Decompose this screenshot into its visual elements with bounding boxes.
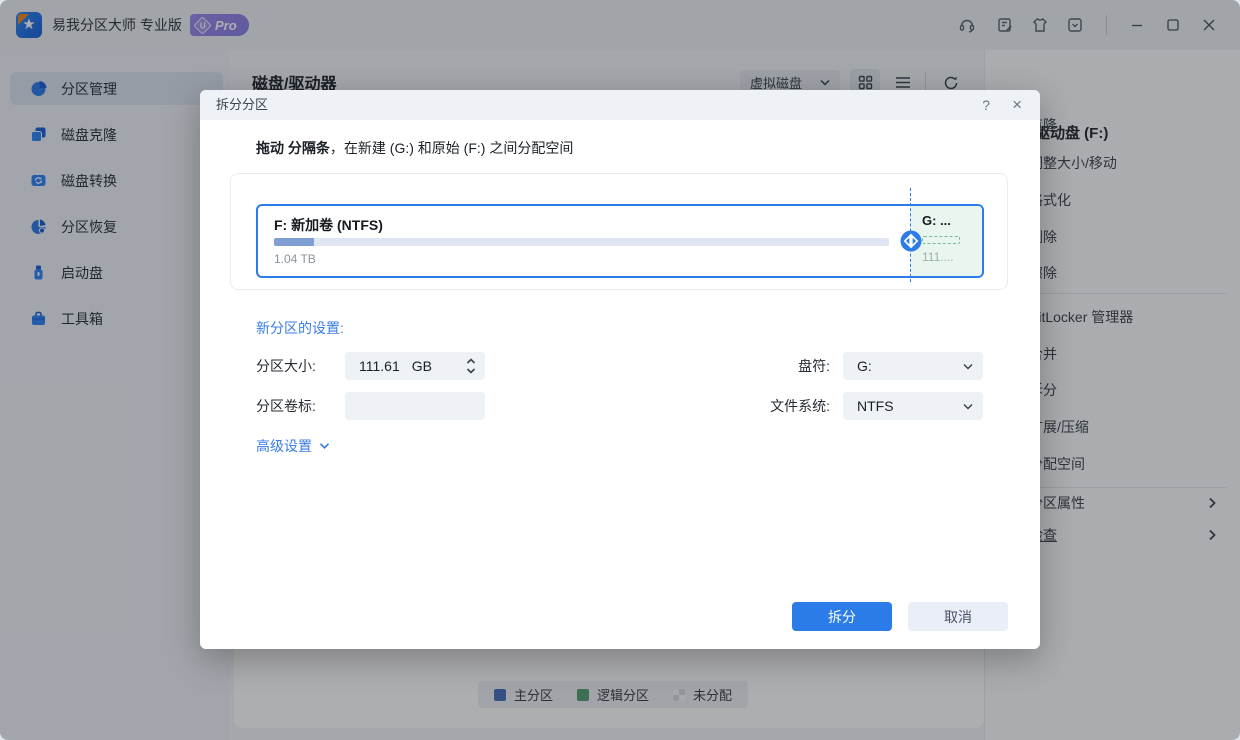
chevron-down-icon (963, 363, 973, 370)
volume-label-input[interactable] (345, 392, 485, 420)
chevron-down-icon (963, 403, 973, 410)
drive-letter-value: G: (857, 358, 872, 374)
dialog-title: 拆分分区 (216, 97, 269, 112)
partition-size-value: 111.61 (359, 358, 400, 374)
new-partition-settings-title: 新分区的设置: (256, 320, 344, 336)
partition-f-label: F: 新加卷 (NTFS) (274, 217, 383, 233)
cancel-button[interactable]: 取消 (908, 602, 1008, 631)
file-system-value: NTFS (857, 398, 894, 414)
partition-size-input[interactable]: 111.61 GB (345, 352, 485, 380)
drive-letter-select[interactable]: G: (843, 352, 983, 380)
partition-f-usage-fill (274, 238, 314, 246)
split-confirm-button[interactable]: 拆分 (792, 602, 892, 631)
advanced-settings-link[interactable]: 高级设置 (256, 436, 330, 456)
size-stepper[interactable] (465, 356, 477, 376)
app-window: ★ 易我分区大师 专业版 U Pro 分区管理 磁盘克隆 磁盘转换 分区恢复 启… (0, 0, 1240, 740)
volume-label-label: 分区卷标: (256, 398, 316, 414)
partition-f-usage-track (274, 238, 889, 246)
partition-bar: F: 新加卷 (NTFS) 1.04 TB G: ... 111.... (256, 204, 984, 278)
file-system-select[interactable]: NTFS (843, 392, 983, 420)
dialog-instruction: 拖动 分隔条，在新建 (G:) 和原始 (F:) 之间分配空间 (256, 140, 574, 156)
drive-letter-label: 盘符: (798, 358, 830, 374)
partition-g-size: 111.... (922, 250, 954, 264)
dialog-close-button[interactable]: × (1012, 90, 1022, 120)
file-system-label: 文件系统: (770, 398, 830, 414)
help-button[interactable]: ? (982, 90, 990, 120)
chevron-down-icon (319, 443, 330, 450)
partition-g-dashed-box (922, 236, 960, 244)
size-label: 分区大小: (256, 358, 316, 374)
split-drag-handle[interactable] (900, 230, 922, 252)
split-partition-dialog: 拆分分区 ? × 拖动 分隔条，在新建 (G:) 和原始 (F:) 之间分配空间… (200, 90, 1040, 649)
partition-size-unit: GB (411, 358, 432, 374)
partition-preview-box: F: 新加卷 (NTFS) 1.04 TB G: ... 111.... (230, 173, 1008, 290)
dialog-header: 拆分分区 ? × (200, 90, 1040, 120)
partition-g-label: G: ... (922, 213, 951, 228)
partition-f-size: 1.04 TB (274, 252, 316, 266)
